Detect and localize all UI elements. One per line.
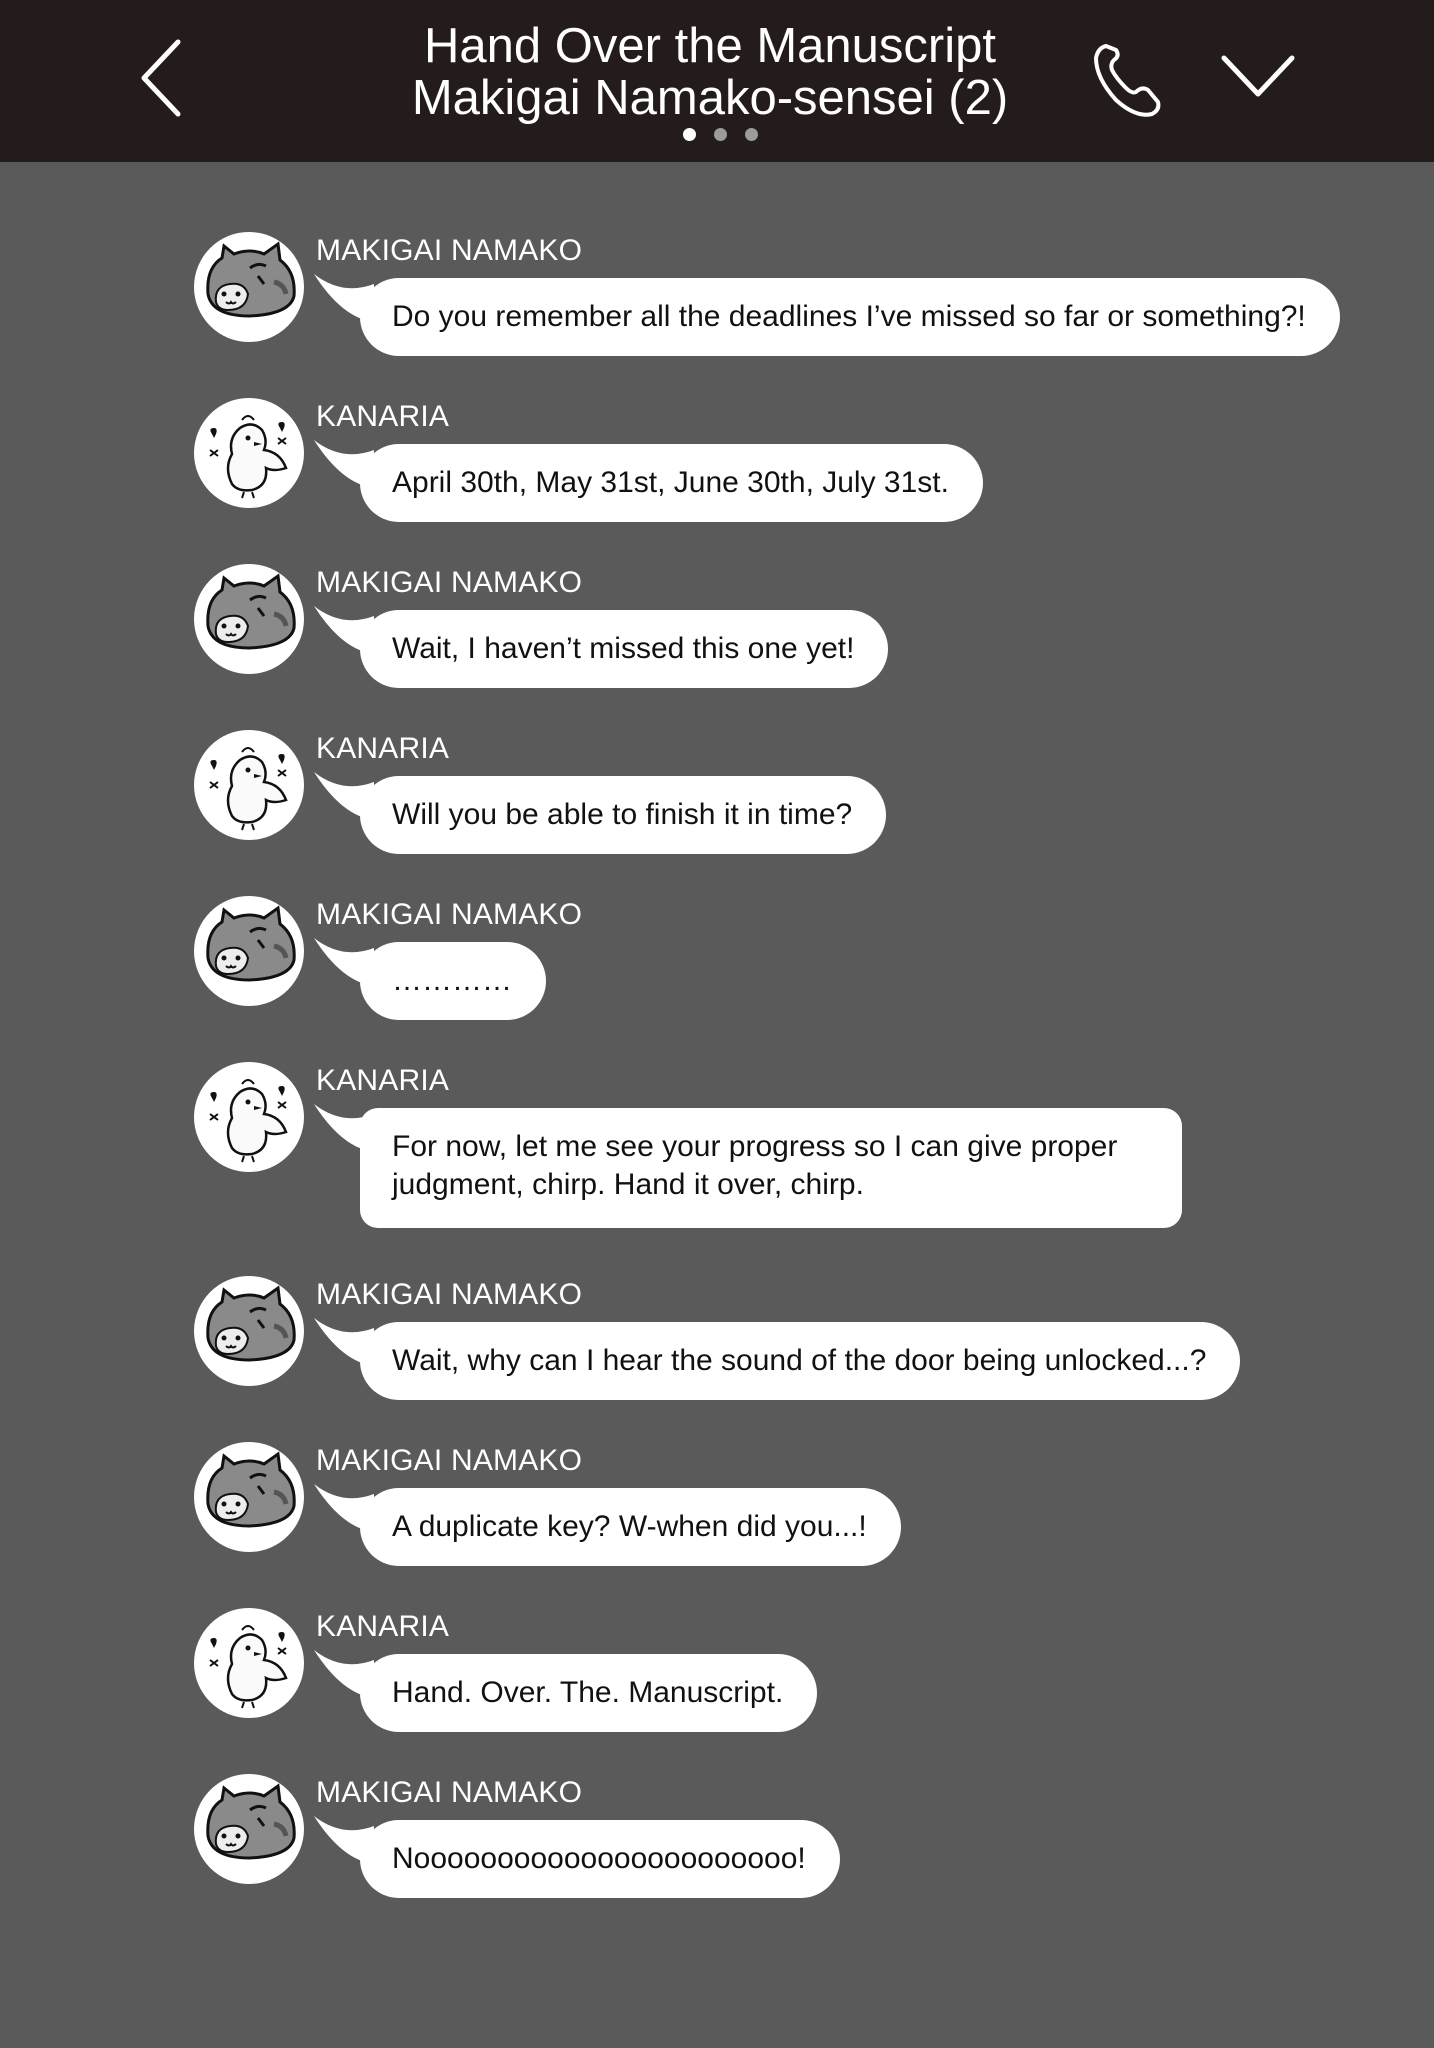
sender-name: MAKIGAI NAMAKO: [316, 1444, 583, 1477]
message-bubble[interactable]: Wait, I haven’t missed this one yet!: [360, 610, 889, 688]
chat-header: Hand Over the Manuscript Makigai Namako-…: [0, 0, 1434, 162]
sender-name: MAKIGAI NAMAKO: [316, 1776, 583, 1809]
back-button[interactable]: [138, 38, 198, 120]
sender-name: MAKIGAI NAMAKO: [316, 234, 583, 267]
message-bubble[interactable]: Hand. Over. The. Manuscript.: [360, 1654, 818, 1732]
page-dot: [683, 128, 696, 141]
message-bubble[interactable]: For now, let me see your progress so I c…: [360, 1108, 1182, 1228]
sender-name: KANARIA: [316, 732, 450, 765]
message-bubble[interactable]: Do you remember all the deadlines I’ve m…: [360, 278, 1340, 356]
menu-toggle-button[interactable]: [1220, 50, 1296, 106]
message-bubble[interactable]: Nooooooooooooooooooooooo!: [360, 1820, 840, 1898]
page-dot: [714, 128, 727, 141]
cat-avatar[interactable]: [194, 1774, 304, 1884]
cat-avatar[interactable]: [194, 896, 304, 1006]
bird-avatar[interactable]: [194, 398, 304, 508]
chevron-left-icon: [141, 39, 181, 117]
phone-icon: [1094, 44, 1161, 117]
message-bubble[interactable]: …………: [360, 942, 546, 1020]
bird-avatar[interactable]: [194, 1608, 304, 1718]
sender-name: KANARIA: [316, 400, 450, 433]
sender-name: MAKIGAI NAMAKO: [316, 898, 583, 931]
call-button[interactable]: [1092, 38, 1164, 118]
message-bubble[interactable]: Will you be able to finish it in time?: [360, 776, 887, 854]
message-bubble[interactable]: A duplicate key? W-when did you...!: [360, 1488, 901, 1566]
message-bubble[interactable]: April 30th, May 31st, June 30th, July 31…: [360, 444, 983, 522]
page-indicator: [683, 128, 776, 144]
chevron-down-icon: [1221, 55, 1295, 97]
cat-avatar[interactable]: [194, 232, 304, 342]
cat-avatar[interactable]: [194, 1276, 304, 1386]
bird-avatar[interactable]: [194, 1062, 304, 1172]
page-dot: [745, 128, 758, 141]
sender-name: MAKIGAI NAMAKO: [316, 1278, 583, 1311]
chat-title-line-2: Makigai Namako-sensei (2): [411, 71, 1009, 125]
bird-avatar[interactable]: [194, 730, 304, 840]
chat-title-line-1: Hand Over the Manuscript: [424, 19, 996, 73]
cat-avatar[interactable]: [194, 564, 304, 674]
chat-title: Hand Over the Manuscript Makigai Namako-…: [330, 20, 1090, 124]
message-bubble[interactable]: Wait, why can I hear the sound of the do…: [360, 1322, 1241, 1400]
sender-name: MAKIGAI NAMAKO: [316, 566, 583, 599]
cat-avatar[interactable]: [194, 1442, 304, 1552]
sender-name: KANARIA: [316, 1064, 450, 1097]
sender-name: KANARIA: [316, 1610, 450, 1643]
